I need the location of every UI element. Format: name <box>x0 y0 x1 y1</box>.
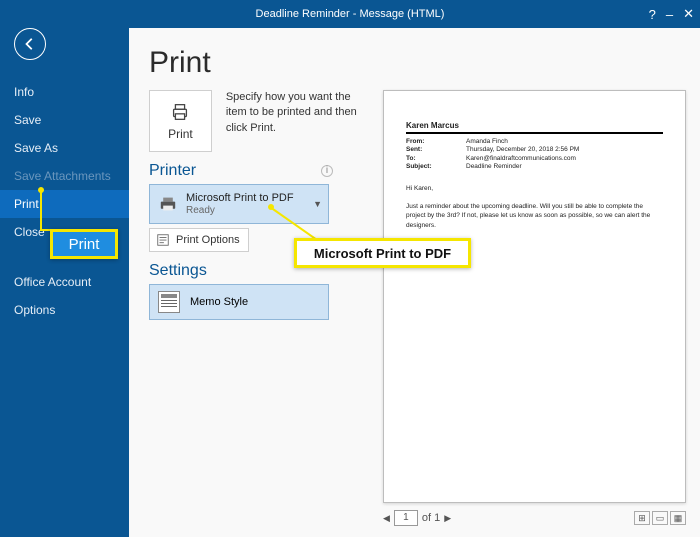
options-icon <box>156 233 170 247</box>
backstage-sidebar: Info Save Save As Save Attachments Print… <box>0 28 129 537</box>
printer-name: Microsoft Print to PDF <box>186 192 294 204</box>
help-icon[interactable]: ? <box>649 7 656 22</box>
minimize-icon[interactable]: – <box>666 7 673 22</box>
page-number-input[interactable]: 1 <box>394 510 418 526</box>
print-spec-text: Specify how you want the item to be prin… <box>226 90 373 152</box>
printer-icon <box>158 196 178 212</box>
print-preview-page: Karen Marcus From:Amanda Finch Sent:Thur… <box>383 90 686 503</box>
sidebar-item-office-account[interactable]: Office Account <box>0 268 129 296</box>
print-button[interactable]: Print <box>149 90 212 152</box>
next-page-icon[interactable]: ▶ <box>444 513 451 524</box>
page-title: Print <box>149 46 686 80</box>
sidebar-item-save-attachments: Save Attachments <box>0 162 129 190</box>
page-of-text: of 1 <box>422 512 440 524</box>
actual-size-icon[interactable]: ⊞ <box>634 511 650 525</box>
print-options-button[interactable]: Print Options <box>149 228 249 252</box>
callout-printer: Microsoft Print to PDF <box>294 238 471 268</box>
sidebar-item-options[interactable]: Options <box>0 296 129 324</box>
chevron-down-icon: ▼ <box>313 199 322 209</box>
close-icon[interactable]: ✕ <box>683 6 694 22</box>
back-button[interactable] <box>14 28 46 60</box>
print-options-label: Print Options <box>176 234 240 246</box>
printer-heading: Printer i <box>149 162 373 180</box>
sidebar-item-info[interactable]: Info <box>0 78 129 106</box>
printer-selector[interactable]: Microsoft Print to PDF Ready ▼ <box>149 184 329 224</box>
title-bar: Deadline Reminder - Message (HTML) ? – ✕ <box>0 0 700 28</box>
arrow-left-icon <box>23 37 37 51</box>
preview-sender: Karen Marcus <box>406 121 663 134</box>
memo-style-icon <box>158 291 180 313</box>
print-button-label: Print <box>168 127 193 141</box>
sidebar-item-save-as[interactable]: Save As <box>0 134 129 162</box>
printer-icon <box>169 101 191 123</box>
one-page-icon[interactable]: ▭ <box>652 511 668 525</box>
highlight-dot <box>38 187 44 193</box>
multi-page-icon[interactable]: ▦ <box>670 511 686 525</box>
sidebar-item-save[interactable]: Save <box>0 106 129 134</box>
window-title: Deadline Reminder - Message (HTML) <box>256 8 445 20</box>
page-navigator: ◀ 1 of 1 ▶ ⊞ ▭ ▦ <box>383 507 686 529</box>
style-name: Memo Style <box>190 296 248 308</box>
sidebar-item-print[interactable]: Print <box>0 190 129 218</box>
annotation-arrow <box>40 189 42 231</box>
prev-page-icon[interactable]: ◀ <box>383 513 390 524</box>
print-backstage: Print Print Specify how you want the ite <box>129 28 700 537</box>
info-icon[interactable]: i <box>321 165 333 177</box>
callout-print: Print <box>50 229 118 259</box>
highlight-dot <box>268 204 274 210</box>
style-selector[interactable]: Memo Style <box>149 284 329 320</box>
